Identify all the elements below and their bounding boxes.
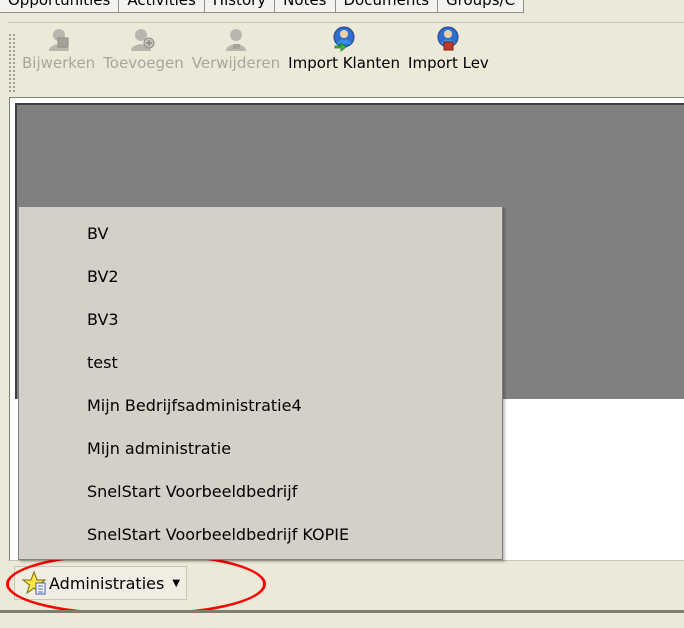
tab-documents[interactable]: Documents — [335, 0, 439, 13]
bijwerken-label: Bijwerken — [22, 54, 96, 72]
verwijderen-label: Verwijderen — [191, 54, 281, 72]
administraties-menu: BV BV2 BV3 test Mijn Bedrijfsadministrat… — [18, 206, 503, 560]
toolbar-grip[interactable] — [8, 33, 16, 93]
menu-item-snelstart-voorbeeldbedrijf-kopie[interactable]: SnelStart Voorbeeldbedrijf KOPIE — [19, 513, 502, 556]
menu-item-snelstart-voorbeeldbedrijf[interactable]: SnelStart Voorbeeldbedrijf — [19, 470, 502, 513]
tab-history[interactable]: History — [204, 0, 276, 13]
verwijderen-button[interactable]: Verwijderen — [192, 23, 280, 72]
import-suppliers-icon — [437, 26, 459, 51]
import-klanten-button[interactable]: Import Klanten — [288, 23, 400, 72]
tab-opportunities[interactable]: Opportunities — [0, 0, 120, 13]
toolbar: Bijwerken Toevoegen Verwijderen Import K… — [8, 22, 684, 94]
tab-strip: Opportunities Activities History Notes D… — [0, 0, 684, 13]
menu-item-bv[interactable]: BV — [19, 212, 502, 255]
star-icon — [21, 570, 47, 595]
import-customers-icon — [333, 26, 355, 52]
toevoegen-button[interactable]: Toevoegen — [103, 23, 184, 72]
tab-activities[interactable]: Activities — [119, 0, 205, 13]
menu-item-mijn-bedrijfsadministratie4[interactable]: Mijn Bedrijfsadministratie4 — [19, 384, 502, 427]
toevoegen-label: Toevoegen — [103, 54, 184, 72]
chevron-down-icon: ▼ — [172, 577, 181, 589]
user-edit-icon — [48, 29, 69, 51]
administraties-label: Administraties — [49, 573, 165, 593]
menu-item-bv3[interactable]: BV3 — [19, 298, 502, 341]
import-leveranciers-label: Import Lev — [408, 54, 489, 72]
menu-item-bv2[interactable]: BV2 — [19, 255, 502, 298]
import-klanten-label: Import Klanten — [288, 54, 401, 72]
administraties-dropdown-button[interactable]: Administraties ▼ — [14, 566, 188, 600]
user-add-icon — [131, 29, 155, 51]
user-delete-icon — [225, 29, 246, 51]
tab-notes[interactable]: Notes — [275, 0, 336, 13]
bottom-strip — [0, 613, 684, 628]
menu-item-mijn-administratie[interactable]: Mijn administratie — [19, 427, 502, 470]
menu-item-test[interactable]: test — [19, 341, 502, 384]
tab-groups[interactable]: Groups/C — [438, 0, 525, 13]
import-leveranciers-button[interactable]: Import Lev — [408, 23, 489, 72]
bijwerken-button[interactable]: Bijwerken — [22, 23, 95, 72]
